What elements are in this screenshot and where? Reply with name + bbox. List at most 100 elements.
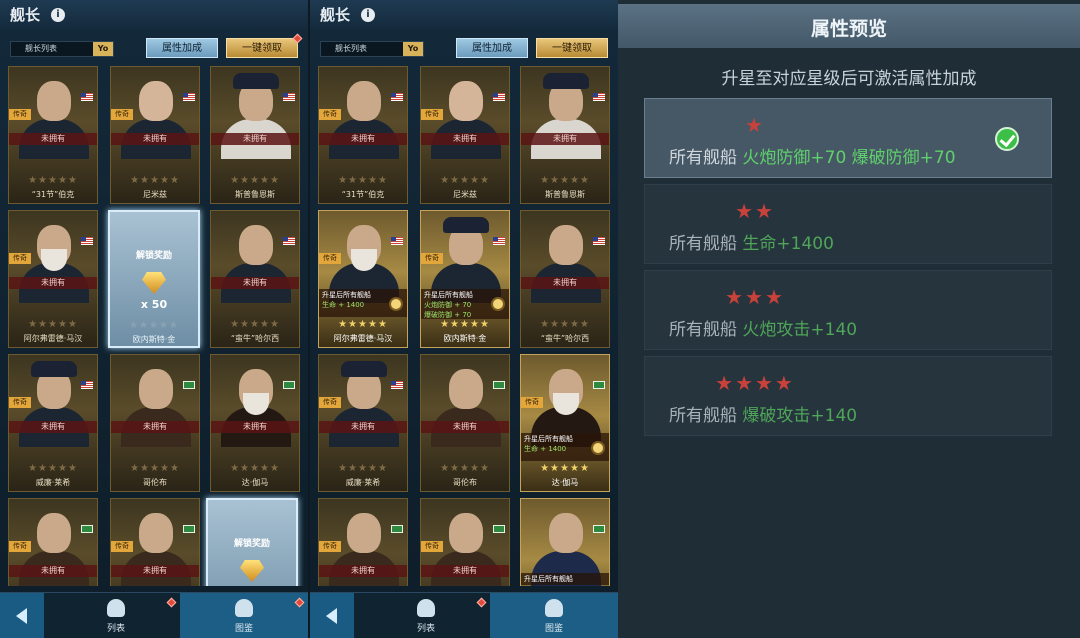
captain-list-dropdown[interactable]: 舰长列表 Yo (320, 41, 424, 57)
captain-hat-icon (417, 599, 435, 617)
star-rating: ★★★★★ (28, 463, 78, 474)
status-label: 未拥有 (521, 277, 609, 289)
reward-title: 解锁奖励 (233, 539, 270, 549)
status-label: 未拥有 (211, 277, 299, 289)
captain-card[interactable]: 传奇 未拥有 ★★★★★ 尼米兹 (420, 66, 510, 204)
captain-card[interactable]: 传奇 未拥有 ★★★★★ 威廉·莱希 (318, 354, 408, 492)
back-button[interactable] (0, 593, 44, 638)
tab-list[interactable]: 列表 (376, 593, 476, 638)
tier-prefix: 所有舰船 (669, 320, 737, 340)
captain-grid: 传奇 未拥有 ★★★★★ “31节”伯克 传奇 未拥有 ★★★★★ 尼米兹 未拥… (318, 66, 614, 586)
star-rating: ★★★★★ (440, 175, 490, 186)
tab-guide[interactable]: 图鉴 (180, 593, 308, 638)
tier-bonus-text: 所有舰船 爆破攻击+140 (669, 401, 857, 426)
panel-header: 舰长 i (310, 0, 618, 30)
captain-name: “31节”伯克 (341, 190, 385, 199)
captain-card-owned[interactable]: 传奇 升星后所有舰船 生命 + 1400 ★★★★★ 阿尔弗雷德·马汉 (318, 210, 408, 348)
attribute-bonus-button[interactable]: 属性加成 (146, 38, 218, 58)
us-flag-icon (391, 93, 403, 101)
captain-card-owned[interactable]: 升星后所有舰船 (520, 498, 610, 586)
captain-name: 阿尔弗雷德·马汉 (333, 334, 393, 343)
bonus-title: 升星后所有舰船 (524, 575, 573, 583)
captain-card[interactable]: 未拥有 ★★★★★ “蛮牛”哈尔西 (520, 210, 610, 348)
star-rating: ★★★★★ (130, 463, 180, 474)
star-rating: ★★★★★ (440, 463, 490, 474)
tier-prefix: 所有舰船 (669, 148, 737, 168)
magnifier-icon[interactable] (491, 297, 505, 311)
tier-prefix: 所有舰船 (669, 406, 737, 426)
status-label: 未拥有 (9, 277, 97, 289)
info-icon[interactable]: i (361, 8, 375, 22)
captain-card[interactable]: 未拥有 ★★★★★ 斯普鲁恩斯 (520, 66, 610, 204)
captain-card[interactable]: 传奇 未拥有 ★★★★★ “31节”伯克 (8, 66, 98, 204)
star-rating: ★★★★★ (338, 463, 388, 474)
us-flag-icon (283, 93, 295, 101)
info-icon[interactable]: i (51, 8, 65, 22)
check-icon (995, 127, 1019, 151)
captain-name: 欧内斯特·金 (443, 334, 487, 343)
tier-bonus: 火炮防御+70 爆破防御+70 (742, 148, 956, 168)
captain-card[interactable]: 传奇 未拥有 ★★★★★ 阿尔弗雷德·马汉 (8, 210, 98, 348)
us-flag-icon (391, 381, 403, 389)
captain-card[interactable]: 未拥有 ★★★★★ 哥伦布 (420, 354, 510, 492)
captain-name: “蛮牛”哈尔西 (230, 334, 280, 343)
bottom-nav: 列表 图鉴 (310, 592, 618, 638)
captain-card[interactable]: 传奇 未拥有 (420, 498, 510, 586)
album-icon (545, 599, 563, 617)
captain-name: 威廉·莱希 (35, 478, 71, 487)
captain-card[interactable]: 未拥有 ★★★★★ “蛮牛”哈尔西 (210, 210, 300, 348)
status-label: 未拥有 (111, 133, 199, 145)
unlock-reward-card[interactable]: 解锁奖励 (206, 498, 298, 586)
tier-stars: ★★ (735, 199, 775, 223)
status-label: 未拥有 (421, 421, 509, 433)
us-flag-icon (391, 237, 403, 245)
notification-dot-icon (476, 597, 487, 608)
captain-card[interactable]: 传奇 未拥有 (8, 498, 98, 586)
captain-card[interactable]: 传奇 未拥有 (110, 498, 200, 586)
tab-guide[interactable]: 图鉴 (490, 593, 618, 638)
filter-icon[interactable]: Yo (93, 42, 113, 56)
us-flag-icon (183, 93, 195, 101)
captain-card[interactable]: 未拥有 ★★★★★ 哥伦布 (110, 354, 200, 492)
green-flag-icon (183, 525, 195, 533)
claim-all-button[interactable]: 一键领取 (536, 38, 608, 58)
captain-card[interactable]: 传奇 未拥有 ★★★★★ “31节”伯克 (318, 66, 408, 204)
tier-stars: ★★★ (725, 285, 785, 309)
captain-name: 哥伦布 (143, 478, 167, 487)
captain-card[interactable]: 传奇 未拥有 (318, 498, 408, 586)
star-rating: ★★★★★ (338, 175, 388, 186)
captain-card[interactable]: 传奇 未拥有 ★★★★★ 尼米兹 (110, 66, 200, 204)
captain-card[interactable]: 未拥有 ★★★★★ 达·伽马 (210, 354, 300, 492)
bottom-nav: 列表 图鉴 (0, 592, 308, 638)
magnifier-icon[interactable] (591, 441, 605, 455)
captain-list-dropdown[interactable]: 舰长列表 Yo (10, 41, 114, 57)
captain-card-owned[interactable]: 传奇 升星后所有舰船 火炮防御 + 70 爆破防御 + 70 ★★★★★ 欧内斯… (420, 210, 510, 348)
page-title: 舰长 (10, 6, 41, 24)
tab-guide-label: 图鉴 (234, 624, 253, 634)
status-label: 未拥有 (9, 133, 97, 145)
captain-card-owned[interactable]: 传奇 升星后所有舰船 生命 + 1400 ★★★★★ 达·伽马 (520, 354, 610, 492)
reward-quantity: x 50 (140, 298, 168, 311)
star-tier-1: ★ 所有舰船 火炮防御+70 爆破防御+70 (644, 98, 1052, 178)
rarity-badge: 传奇 (9, 253, 31, 264)
status-label: 未拥有 (9, 421, 97, 433)
captain-card[interactable]: 传奇 未拥有 ★★★★★ 威廉·莱希 (8, 354, 98, 492)
captain-card[interactable]: 未拥有 ★★★★★ 斯普鲁恩斯 (210, 66, 300, 204)
tier-stars: ★★★★ (715, 371, 795, 395)
attribute-bonus-button[interactable]: 属性加成 (456, 38, 528, 58)
tab-list[interactable]: 列表 (66, 593, 166, 638)
us-flag-icon (493, 93, 505, 101)
captain-name: 斯普鲁恩斯 (545, 190, 585, 199)
magnifier-icon[interactable] (389, 297, 403, 311)
rarity-badge: 传奇 (9, 541, 31, 552)
tab-list-label: 列表 (416, 624, 435, 634)
star-rating: ★★★★★ (130, 175, 180, 186)
filter-icon[interactable]: Yo (403, 42, 423, 56)
unlock-reward-card[interactable]: 解锁奖励 x 50 ★★★★★ 欧内斯特·金 (108, 210, 200, 348)
green-flag-icon (493, 525, 505, 533)
green-flag-icon (391, 525, 403, 533)
page-title: 舰长 (320, 6, 351, 24)
captain-name: 达·伽马 (241, 478, 269, 487)
back-button[interactable] (310, 593, 354, 638)
claim-all-button[interactable]: 一键领取 (226, 38, 298, 58)
